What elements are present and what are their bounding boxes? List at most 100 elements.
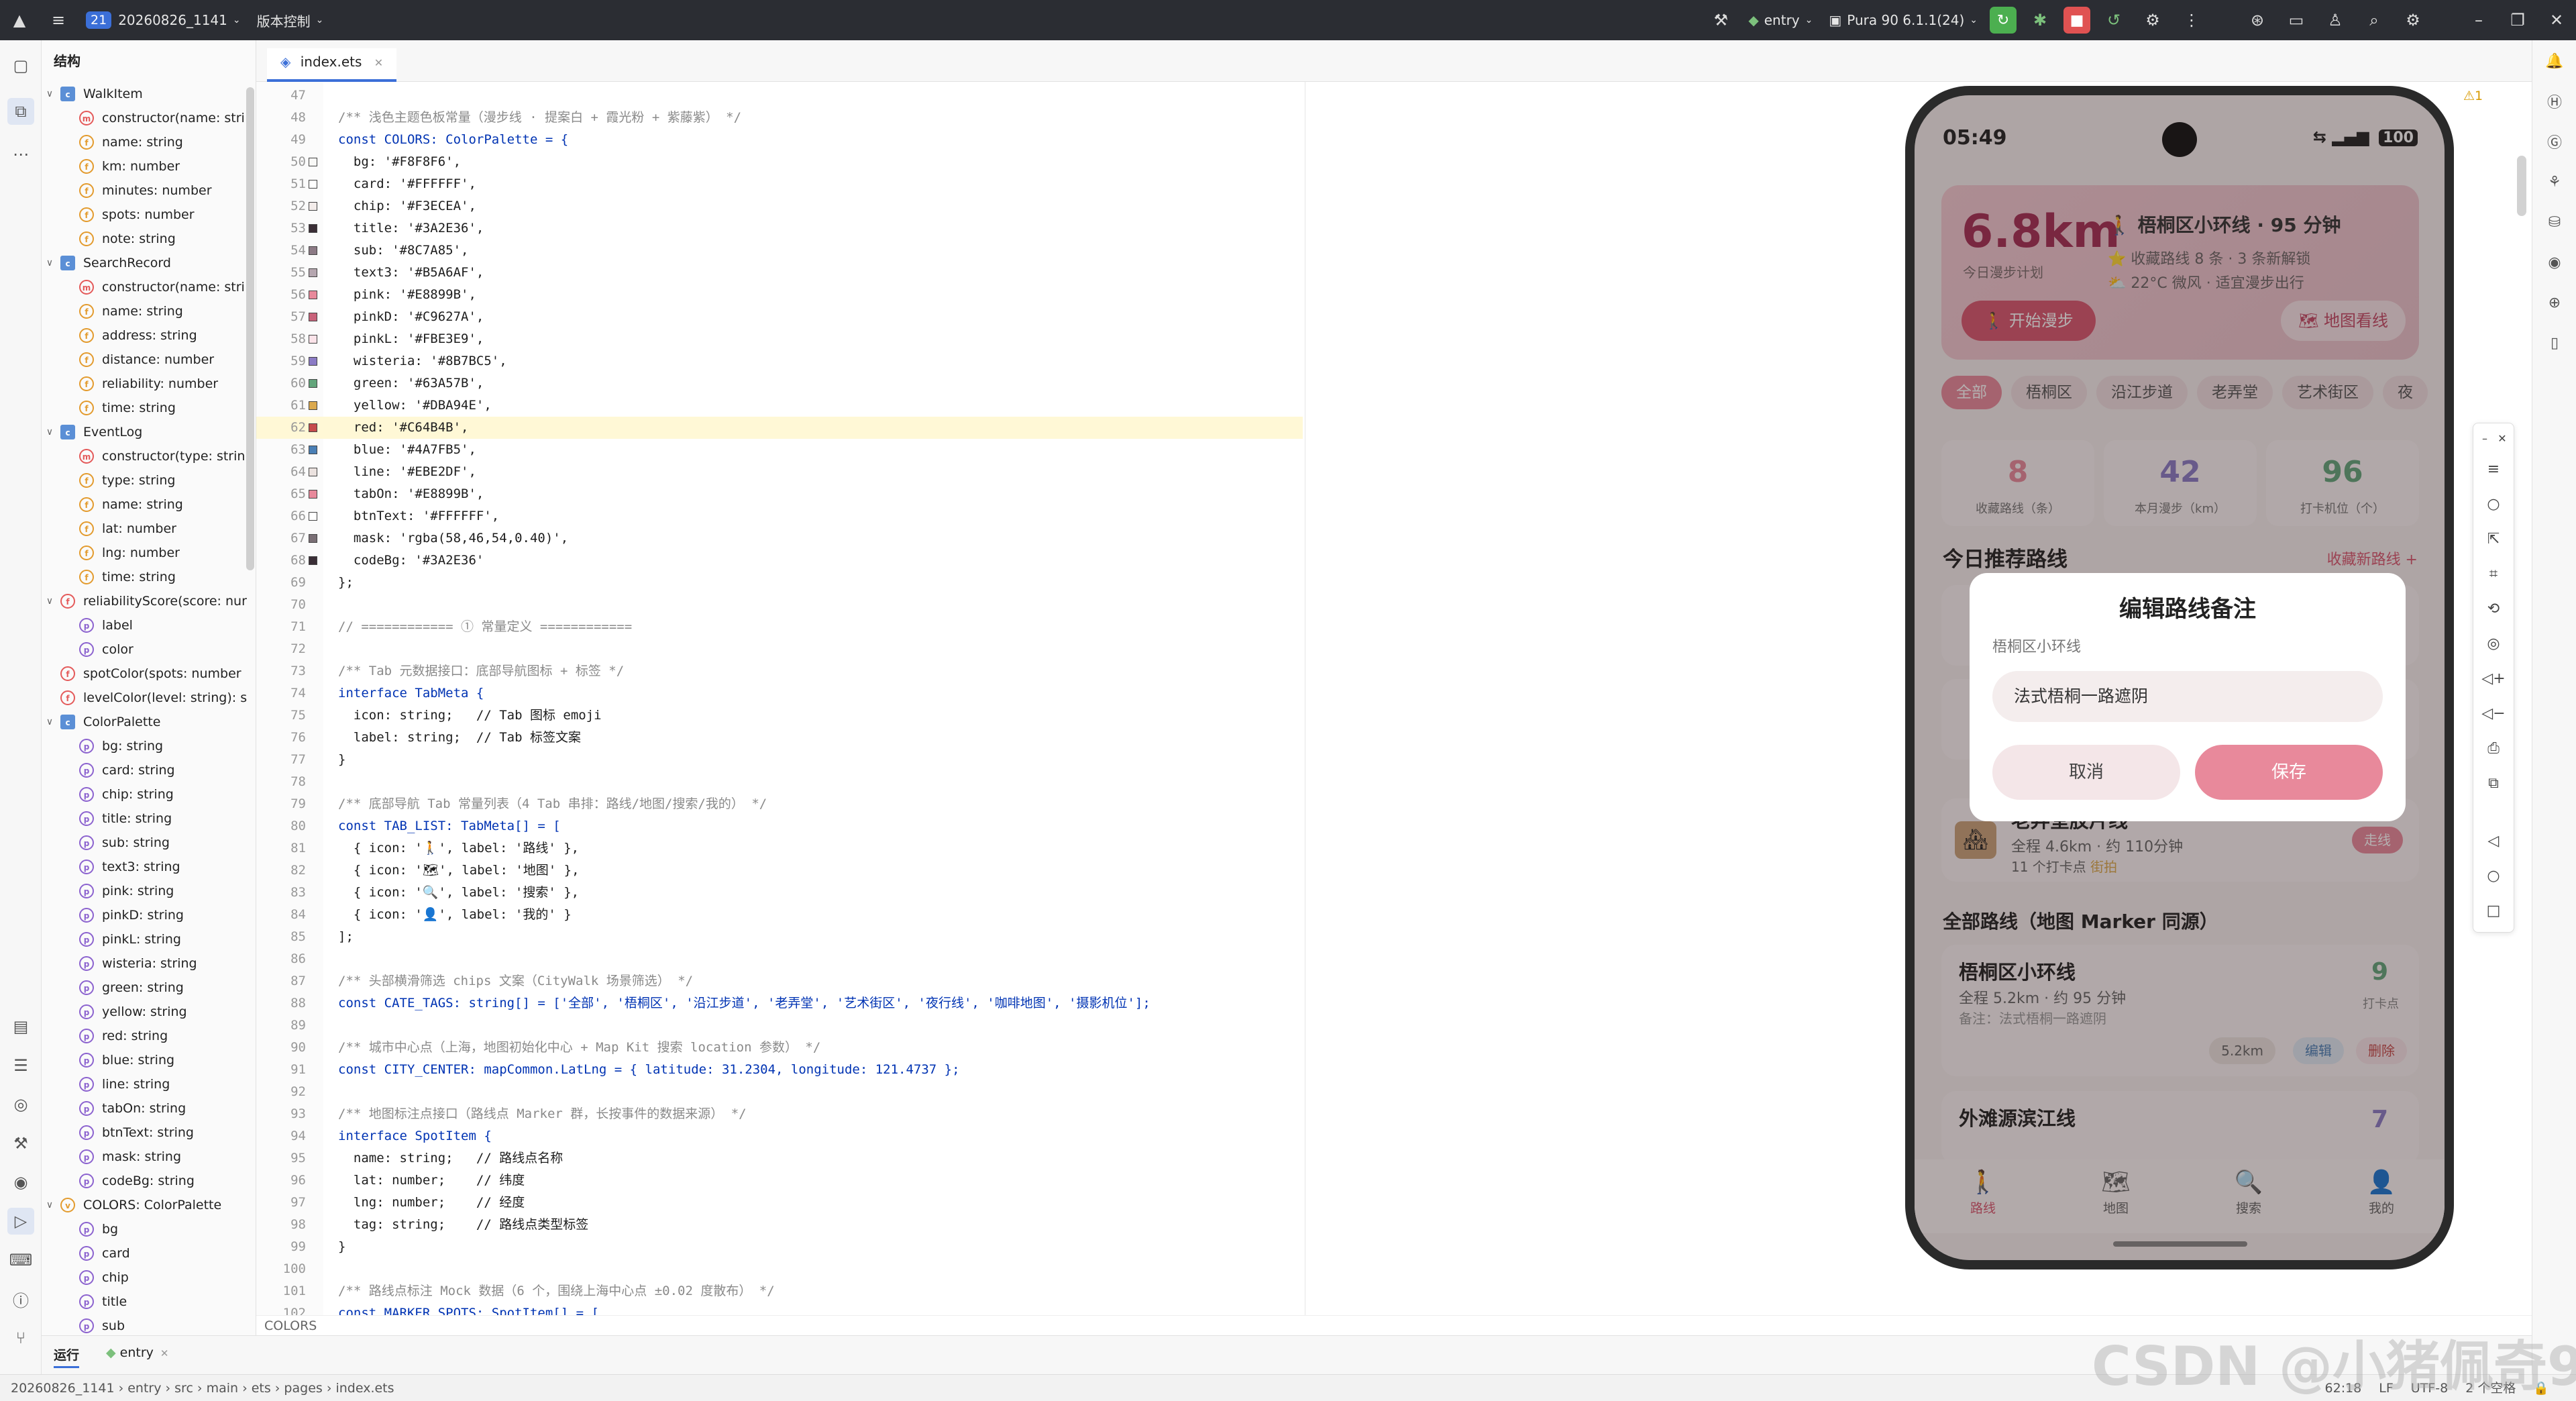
code-line[interactable]: 100 [256, 1258, 1303, 1280]
code-line[interactable]: 53 title: '#3A2E36', [256, 217, 1303, 240]
tree-node[interactable]: p text3: string [42, 855, 256, 879]
multi-window-icon[interactable]: ⧉ [2481, 771, 2506, 795]
tree-node[interactable]: p sub: string [42, 831, 256, 855]
structure-icon[interactable]: ⧉ [7, 98, 34, 125]
project-folder-icon[interactable]: ▢ [7, 52, 34, 79]
terminal-icon[interactable]: ⌨ [7, 1247, 34, 1274]
code-line[interactable]: 78 [256, 771, 1303, 793]
color-swatch-icon[interactable] [309, 335, 317, 344]
code-line[interactable]: 57 pinkD: '#C9627A', [256, 306, 1303, 328]
tree-node[interactable]: ∨ c SearchRecord [42, 251, 256, 275]
tree-node[interactable]: f time: string [42, 396, 256, 420]
code-line[interactable]: 52 chip: '#F3ECEA', [256, 195, 1303, 217]
tree-node[interactable]: ∨ c EventLog [42, 420, 256, 444]
stop-icon[interactable]: ■ [2063, 7, 2090, 34]
code-line[interactable]: 69}; [256, 572, 1303, 594]
minimize-icon[interactable]: – [2467, 9, 2490, 32]
code-line[interactable]: 101 /** 路线点标注 Mock 数据（6 个，围绕上海中心点 ±0.02 度… [256, 1280, 1303, 1302]
vcs-menu[interactable]: 版本控制 ⌄ [249, 0, 332, 40]
code-line[interactable]: 65 tabOn: '#E8899B', [256, 483, 1303, 505]
code-line[interactable]: 68 codeBg: '#3A2E36' [256, 550, 1303, 572]
tree-node[interactable]: f lng: number [42, 541, 256, 565]
location-icon[interactable]: ◎ [2481, 631, 2506, 656]
power-icon[interactable]: ○ [2481, 492, 2506, 516]
code-line[interactable]: 54 sub: '#8C7A85', [256, 240, 1303, 262]
code-line[interactable]: 93 /** 地图标注点接口（路线点 Marker 群，长按事件的数据来源） */ [256, 1103, 1303, 1125]
tree-node[interactable]: p tabOn: string [42, 1096, 256, 1121]
tree-node[interactable]: p mask: string [42, 1145, 256, 1169]
crop-icon[interactable]: ⌗ [2481, 562, 2506, 586]
app-inspector-icon[interactable]: ⚘ [2542, 169, 2567, 195]
home-icon[interactable]: ○ [2481, 864, 2506, 888]
color-swatch-icon[interactable] [309, 357, 317, 366]
tree-node[interactable]: f name: string [42, 492, 256, 517]
tree-node[interactable]: p btnText: string [42, 1121, 256, 1145]
color-swatch-icon[interactable] [309, 423, 317, 432]
code-line[interactable]: 55 text3: '#B5A6AF', [256, 262, 1303, 284]
code-line[interactable]: 92 [256, 1081, 1303, 1103]
run-entry-tab[interactable]: ◆ entry ✕ [106, 1345, 168, 1360]
tree-node[interactable]: p title [42, 1290, 256, 1314]
terminal-log-icon[interactable]: ▤ [7, 1013, 34, 1040]
harmony-h-icon[interactable]: Ⓗ [2542, 89, 2567, 114]
code-line[interactable]: 66 btnText: '#FFFFFF', [256, 505, 1303, 527]
code-line[interactable]: 87 /** 头部横滑筛选 chips 文案（CityWalk 场景筛选） */ [256, 970, 1303, 992]
file-path-breadcrumb[interactable]: 20260826_1141 › entry › src › main › ets… [11, 1375, 394, 1401]
volume-up-icon[interactable]: ◁+ [2481, 666, 2506, 690]
volume-down-icon[interactable]: ◁− [2481, 701, 2506, 725]
code-line[interactable]: 67 mask: 'rgba(58,46,54,0.40)', [256, 527, 1303, 550]
code-line[interactable]: 62 red: '#C64B4B', [256, 417, 1303, 439]
color-swatch-icon[interactable] [309, 401, 317, 410]
tree-node[interactable]: p pinkL: string [42, 927, 256, 951]
tree-node[interactable]: p green: string [42, 976, 256, 1000]
code-line[interactable]: 85]; [256, 926, 1303, 948]
tree-node[interactable]: f name: string [42, 130, 256, 154]
code-line[interactable]: 94 interface SpotItem { [256, 1125, 1303, 1147]
tree-node[interactable]: f note: string [42, 227, 256, 251]
code-line[interactable]: 63 blue: '#4A7FB5', [256, 439, 1303, 461]
tree-node[interactable]: ∨ v COLORS: ColorPalette [42, 1193, 256, 1217]
note-input[interactable] [1992, 671, 2383, 722]
code-line[interactable]: 89 [256, 1015, 1303, 1037]
tree-node[interactable]: f type: string [42, 468, 256, 492]
code-line[interactable]: 99} [256, 1236, 1303, 1258]
color-swatch-icon[interactable] [309, 291, 317, 299]
more-horizontal-icon[interactable]: ⋯ [7, 141, 34, 168]
apply-changes-icon[interactable]: ↺ [2102, 9, 2125, 32]
tree-node[interactable]: f levelColor(level: string): s [42, 686, 256, 710]
code-line[interactable]: 64 line: '#EBE2DF', [256, 461, 1303, 483]
tree-node[interactable]: f reliability: number [42, 372, 256, 396]
restore-icon[interactable]: ❐ [2506, 9, 2529, 32]
tree-node[interactable]: p card [42, 1241, 256, 1265]
menu-icon[interactable]: ≡ [2481, 457, 2506, 481]
tree-node[interactable]: f spots: number [42, 203, 256, 227]
more-vertical-icon[interactable]: ⋮ [2180, 9, 2203, 32]
tab-index-ets[interactable]: ◈ index.ets ✕ [267, 48, 397, 82]
close-tab-icon[interactable]: ✕ [160, 1347, 169, 1359]
services-icon[interactable]: ◉ [7, 1169, 34, 1196]
expand-chevron-icon[interactable]: ∨ [44, 420, 55, 444]
code-line[interactable]: 97 lng: number; // 经度 [256, 1192, 1303, 1214]
tree-node[interactable]: p yellow: string [42, 1000, 256, 1024]
code-line[interactable]: 102 const MARKER_SPOTS: SpotItem[] = [ [256, 1302, 1303, 1315]
settings-gear-icon[interactable]: ⚙ [2402, 9, 2424, 32]
tree-node[interactable]: p sub [42, 1314, 256, 1335]
code-line[interactable]: 76 label: string; // Tab 标签文案 [256, 727, 1303, 749]
tree-node[interactable]: p title: string [42, 807, 256, 831]
profiler-icon[interactable]: ⚙ [2141, 9, 2164, 32]
tree-node[interactable]: p label [42, 613, 256, 637]
code-line[interactable]: 98 tag: string; // 路线点类型标签 [256, 1214, 1303, 1236]
tree-node[interactable]: p codeBg: string [42, 1169, 256, 1193]
code-line[interactable]: 90 /** 城市中心点（上海，地图初始化中心 + Map Kit 搜索 loca… [256, 1037, 1303, 1059]
color-swatch-icon[interactable] [309, 268, 317, 277]
problems-icon[interactable]: ◎ [7, 1091, 34, 1118]
tree-node[interactable]: p chip: string [42, 782, 256, 807]
color-swatch-icon[interactable] [309, 379, 317, 388]
close-icon[interactable]: ✕ [2495, 426, 2510, 450]
minimize-icon[interactable]: – [2477, 426, 2492, 450]
expand-chevron-icon[interactable]: ∨ [44, 710, 55, 734]
code-line[interactable]: 73 /** Tab 元数据接口：底部导航图标 + 标签 */ [256, 660, 1303, 682]
tree-node[interactable]: f spotColor(spots: number [42, 662, 256, 686]
color-swatch-icon[interactable] [309, 490, 317, 499]
run-config-selector[interactable]: ◆ entry ⌄ [1740, 0, 1821, 40]
